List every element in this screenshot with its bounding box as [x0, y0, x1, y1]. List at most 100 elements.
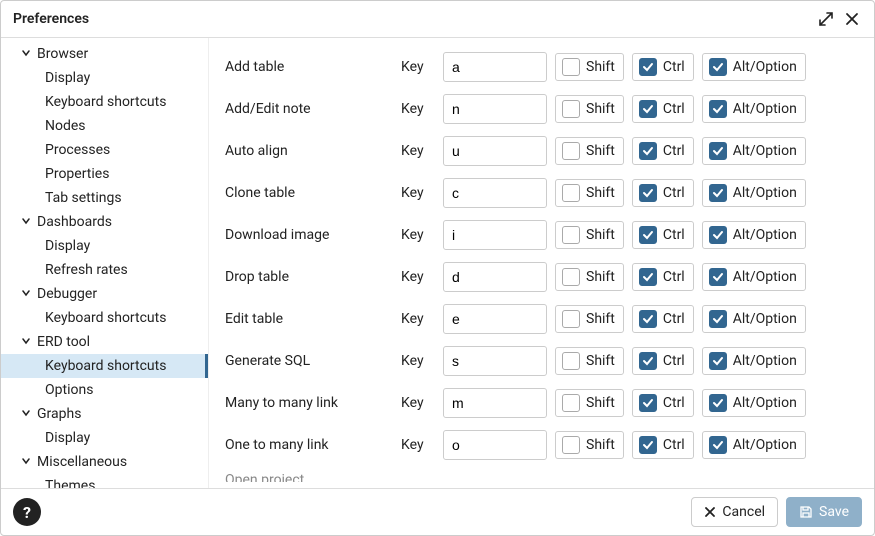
checkbox-label: Shift: [586, 227, 615, 243]
tree-group-header[interactable]: Browser: [1, 42, 208, 66]
shift-checkbox[interactable]: Shift: [555, 347, 624, 375]
key-column-label: Key: [401, 311, 435, 327]
alt-checkbox[interactable]: Alt/Option: [702, 95, 806, 123]
alt-checkbox[interactable]: Alt/Option: [702, 305, 806, 333]
checkbox-icon: [639, 394, 657, 412]
checkbox-label: Alt/Option: [733, 437, 797, 453]
shift-checkbox[interactable]: Shift: [555, 263, 624, 291]
shortcut-settings-panel[interactable]: Add tableKeyShiftCtrlAlt/OptionAdd/Edit …: [209, 38, 874, 488]
shortcut-label: Clone table: [225, 185, 393, 201]
shortcut-row: Edit tableKeyShiftCtrlAlt/Option: [225, 298, 858, 340]
save-icon: [799, 505, 813, 519]
ctrl-checkbox[interactable]: Ctrl: [632, 347, 694, 375]
tree-item[interactable]: Display: [1, 66, 208, 90]
tree-group-header[interactable]: Graphs: [1, 402, 208, 426]
ctrl-checkbox[interactable]: Ctrl: [632, 221, 694, 249]
shift-checkbox[interactable]: Shift: [555, 389, 624, 417]
checkbox-label: Ctrl: [663, 437, 685, 453]
preferences-tree[interactable]: BrowserDisplayKeyboard shortcutsNodesPro…: [1, 38, 209, 488]
ctrl-checkbox[interactable]: Ctrl: [632, 389, 694, 417]
tree-item[interactable]: Display: [1, 234, 208, 258]
tree-item[interactable]: Keyboard shortcuts: [1, 354, 208, 378]
key-input[interactable]: [443, 430, 547, 460]
alt-checkbox[interactable]: Alt/Option: [702, 431, 806, 459]
shift-checkbox[interactable]: Shift: [555, 221, 624, 249]
tree-item[interactable]: Refresh rates: [1, 258, 208, 282]
tree-item[interactable]: Tab settings: [1, 186, 208, 210]
alt-checkbox[interactable]: Alt/Option: [702, 179, 806, 207]
checkbox-icon: [562, 100, 580, 118]
ctrl-checkbox[interactable]: Ctrl: [632, 263, 694, 291]
ctrl-checkbox[interactable]: Ctrl: [632, 95, 694, 123]
tree-item[interactable]: Keyboard shortcuts: [1, 90, 208, 114]
shortcut-row: Add tableKeyShiftCtrlAlt/Option: [225, 46, 858, 88]
ctrl-checkbox[interactable]: Ctrl: [632, 137, 694, 165]
ctrl-checkbox[interactable]: Ctrl: [632, 431, 694, 459]
alt-checkbox[interactable]: Alt/Option: [702, 263, 806, 291]
shortcut-label: Add/Edit note: [225, 101, 393, 117]
help-button[interactable]: ?: [13, 498, 41, 526]
checkbox-label: Ctrl: [663, 185, 685, 201]
key-input[interactable]: [443, 346, 547, 376]
key-input[interactable]: [443, 220, 547, 250]
checkbox-label: Alt/Option: [733, 143, 797, 159]
tree-group-header[interactable]: Miscellaneous: [1, 450, 208, 474]
tree-item[interactable]: Processes: [1, 138, 208, 162]
key-input[interactable]: [443, 52, 547, 82]
checkbox-label: Ctrl: [663, 143, 685, 159]
alt-checkbox[interactable]: Alt/Option: [702, 221, 806, 249]
key-input[interactable]: [443, 136, 547, 166]
ctrl-checkbox[interactable]: Ctrl: [632, 179, 694, 207]
shortcut-label: One to many link: [225, 437, 393, 453]
shift-checkbox[interactable]: Shift: [555, 95, 624, 123]
tree-group-header[interactable]: ERD tool: [1, 330, 208, 354]
tree-item[interactable]: Options: [1, 378, 208, 402]
ctrl-checkbox[interactable]: Ctrl: [632, 53, 694, 81]
checkbox-icon: [562, 394, 580, 412]
tree-item[interactable]: Themes: [1, 474, 208, 488]
checkbox-label: Shift: [586, 143, 615, 159]
shortcut-row: One to many linkKeyShiftCtrlAlt/Option: [225, 424, 858, 466]
shift-checkbox[interactable]: Shift: [555, 179, 624, 207]
alt-checkbox[interactable]: Alt/Option: [702, 137, 806, 165]
tree-item[interactable]: Nodes: [1, 114, 208, 138]
tree-item[interactable]: Display: [1, 426, 208, 450]
save-button[interactable]: Save: [786, 497, 862, 527]
shift-checkbox[interactable]: Shift: [555, 53, 624, 81]
key-column-label: Key: [401, 101, 435, 117]
chevron-down-icon: [21, 454, 35, 470]
shift-checkbox[interactable]: Shift: [555, 137, 624, 165]
shift-checkbox[interactable]: Shift: [555, 431, 624, 459]
key-input[interactable]: [443, 94, 547, 124]
tree-group-label: Miscellaneous: [37, 454, 127, 470]
checkbox-icon: [709, 226, 727, 244]
key-column-label: Key: [401, 353, 435, 369]
alt-checkbox[interactable]: Alt/Option: [702, 347, 806, 375]
key-column-label: Key: [401, 59, 435, 75]
checkbox-icon: [639, 436, 657, 454]
checkbox-icon: [709, 58, 727, 76]
key-input[interactable]: [443, 304, 547, 334]
key-input[interactable]: [443, 262, 547, 292]
tree-group-header[interactable]: Debugger: [1, 282, 208, 306]
tree-item[interactable]: Properties: [1, 162, 208, 186]
key-input[interactable]: [443, 178, 547, 208]
checkbox-icon: [639, 142, 657, 160]
close-icon: [704, 506, 716, 518]
cancel-button[interactable]: Cancel: [691, 497, 778, 527]
chevron-down-icon: [21, 286, 35, 302]
checkbox-icon: [639, 310, 657, 328]
key-input[interactable]: [443, 388, 547, 418]
tree-group-header[interactable]: Dashboards: [1, 210, 208, 234]
maximize-icon[interactable]: [816, 9, 836, 29]
alt-checkbox[interactable]: Alt/Option: [702, 389, 806, 417]
checkbox-label: Shift: [586, 353, 615, 369]
tree-item[interactable]: Keyboard shortcuts: [1, 306, 208, 330]
alt-checkbox[interactable]: Alt/Option: [702, 53, 806, 81]
close-icon[interactable]: [842, 9, 862, 29]
checkbox-icon: [709, 142, 727, 160]
ctrl-checkbox[interactable]: Ctrl: [632, 305, 694, 333]
checkbox-icon: [639, 352, 657, 370]
shift-checkbox[interactable]: Shift: [555, 305, 624, 333]
checkbox-icon: [562, 226, 580, 244]
